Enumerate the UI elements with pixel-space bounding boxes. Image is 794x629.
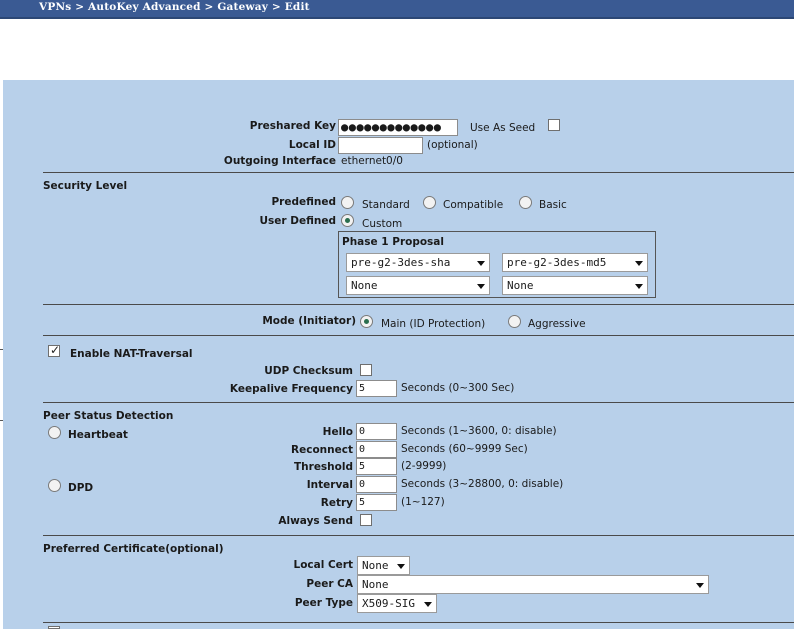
divider — [43, 335, 794, 336]
divider — [43, 304, 794, 305]
divider — [43, 622, 794, 623]
preshared-key-label: Preshared Key — [249, 120, 336, 132]
keepalive-hint: Seconds (0~300 Sec) — [401, 382, 515, 394]
heartbeat-label: Heartbeat — [68, 429, 128, 441]
local-cert-label: Local Cert — [293, 559, 354, 571]
peer-ca-select[interactable]: None — [357, 575, 709, 594]
divider — [43, 402, 794, 403]
preshared-key-input[interactable]: ●●●●●●●●●●●●● — [338, 119, 458, 136]
proposal-select-3[interactable]: None — [346, 276, 490, 295]
proposal-select-1[interactable]: pre-g2-3des-sha — [346, 253, 490, 272]
hello-hint: Seconds (1~3600, 0: disable) — [401, 425, 557, 437]
compatible-radio[interactable] — [423, 196, 436, 209]
threshold-label: Threshold — [294, 461, 353, 473]
chevron-down-icon — [635, 261, 643, 266]
retry-label: Retry — [320, 497, 353, 509]
udp-checksum-checkbox[interactable] — [360, 364, 372, 376]
local-id-label: Local ID — [288, 139, 336, 151]
proposal-select-1-value: pre-g2-3des-sha — [351, 256, 451, 269]
proposal-select-2-value: pre-g2-3des-md5 — [507, 256, 607, 269]
nat-traversal-checkbox[interactable] — [48, 343, 60, 357]
security-level-title: Security Level — [43, 180, 128, 192]
main-mode-label: Main (ID Protection) — [381, 318, 486, 330]
peer-type-label: Peer Type — [294, 597, 353, 609]
always-send-label: Always Send — [278, 515, 353, 527]
interval-input[interactable]: 0 — [356, 476, 397, 493]
main-mode-radio[interactable] — [360, 315, 373, 328]
local-cert-value: None — [362, 559, 389, 572]
divider — [43, 535, 794, 536]
proposal-select-4[interactable]: None — [502, 276, 648, 295]
aggressive-mode-label: Aggressive — [528, 318, 586, 330]
retry-hint: (1~127) — [401, 496, 445, 508]
hello-label: Hello — [322, 426, 353, 438]
local-cert-select[interactable]: None — [357, 556, 410, 575]
phase1-proposal-title: Phase 1 Proposal — [342, 236, 444, 248]
chevron-down-icon — [477, 261, 485, 266]
left-edge-mark — [0, 349, 3, 350]
peer-ca-label: Peer CA — [306, 578, 353, 590]
peer-type-select[interactable]: X509-SIG — [357, 594, 437, 613]
threshold-input[interactable]: 5 — [356, 458, 397, 475]
retry-input[interactable]: 5 — [356, 494, 397, 511]
chevron-down-icon — [696, 583, 704, 588]
mode-label: Mode (Initiator) — [262, 315, 356, 327]
use-as-seed-checkbox[interactable] — [548, 119, 560, 131]
chevron-down-icon — [397, 564, 405, 569]
keepalive-label: Keepalive Frequency — [229, 383, 353, 395]
proposal-select-4-value: None — [507, 279, 534, 292]
standard-label: Standard — [362, 199, 410, 211]
dpd-label: DPD — [68, 482, 94, 494]
custom-label: Custom — [362, 218, 403, 230]
udp-checksum-label: UDP Checksum — [264, 365, 353, 377]
reconnect-input[interactable]: 0 — [356, 441, 397, 458]
aggressive-mode-radio[interactable] — [508, 315, 521, 328]
proposal-select-3-value: None — [351, 279, 378, 292]
basic-label: Basic — [539, 199, 567, 211]
peer-type-value: X509-SIG — [362, 597, 415, 610]
chevron-down-icon — [635, 284, 643, 289]
chevron-down-icon — [424, 602, 432, 607]
peer-status-title: Peer Status Detection — [43, 410, 174, 422]
divider — [43, 172, 794, 173]
always-send-checkbox[interactable] — [360, 514, 372, 526]
local-id-input[interactable] — [338, 137, 423, 154]
custom-radio[interactable] — [341, 214, 354, 227]
nat-traversal-label: Enable NAT-Traversal — [70, 348, 193, 360]
proposal-select-2[interactable]: pre-g2-3des-md5 — [502, 253, 648, 272]
chevron-down-icon — [477, 284, 485, 289]
interval-label: Interval — [306, 479, 353, 491]
dpd-radio[interactable] — [48, 479, 61, 492]
peer-ca-value: None — [362, 578, 389, 591]
left-edge-mark — [0, 420, 3, 421]
local-id-hint: (optional) — [427, 139, 478, 151]
basic-radio[interactable] — [519, 196, 532, 209]
hello-input[interactable]: 0 — [356, 423, 397, 440]
reconnect-hint: Seconds (60~9999 Sec) — [401, 443, 528, 455]
breadcrumb: VPNs > AutoKey Advanced > Gateway > Edit — [39, 1, 310, 13]
preferred-cert-title: Preferred Certificate(optional) — [43, 543, 224, 555]
outgoing-interface-label: Outgoing Interface — [223, 155, 336, 167]
keepalive-input[interactable]: 5 — [356, 380, 397, 397]
predefined-label: Predefined — [271, 196, 336, 208]
outgoing-interface-value: ethernet0/0 — [341, 155, 403, 167]
compatible-label: Compatible — [443, 199, 504, 211]
reconnect-label: Reconnect — [291, 444, 353, 456]
standard-radio[interactable] — [341, 196, 354, 209]
use-as-seed-label: Use As Seed — [470, 122, 536, 134]
user-defined-label: User Defined — [259, 215, 336, 227]
heartbeat-radio[interactable] — [48, 426, 61, 439]
threshold-hint: (2-9999) — [401, 460, 447, 472]
interval-hint: Seconds (3~28800, 0: disable) — [401, 478, 564, 490]
